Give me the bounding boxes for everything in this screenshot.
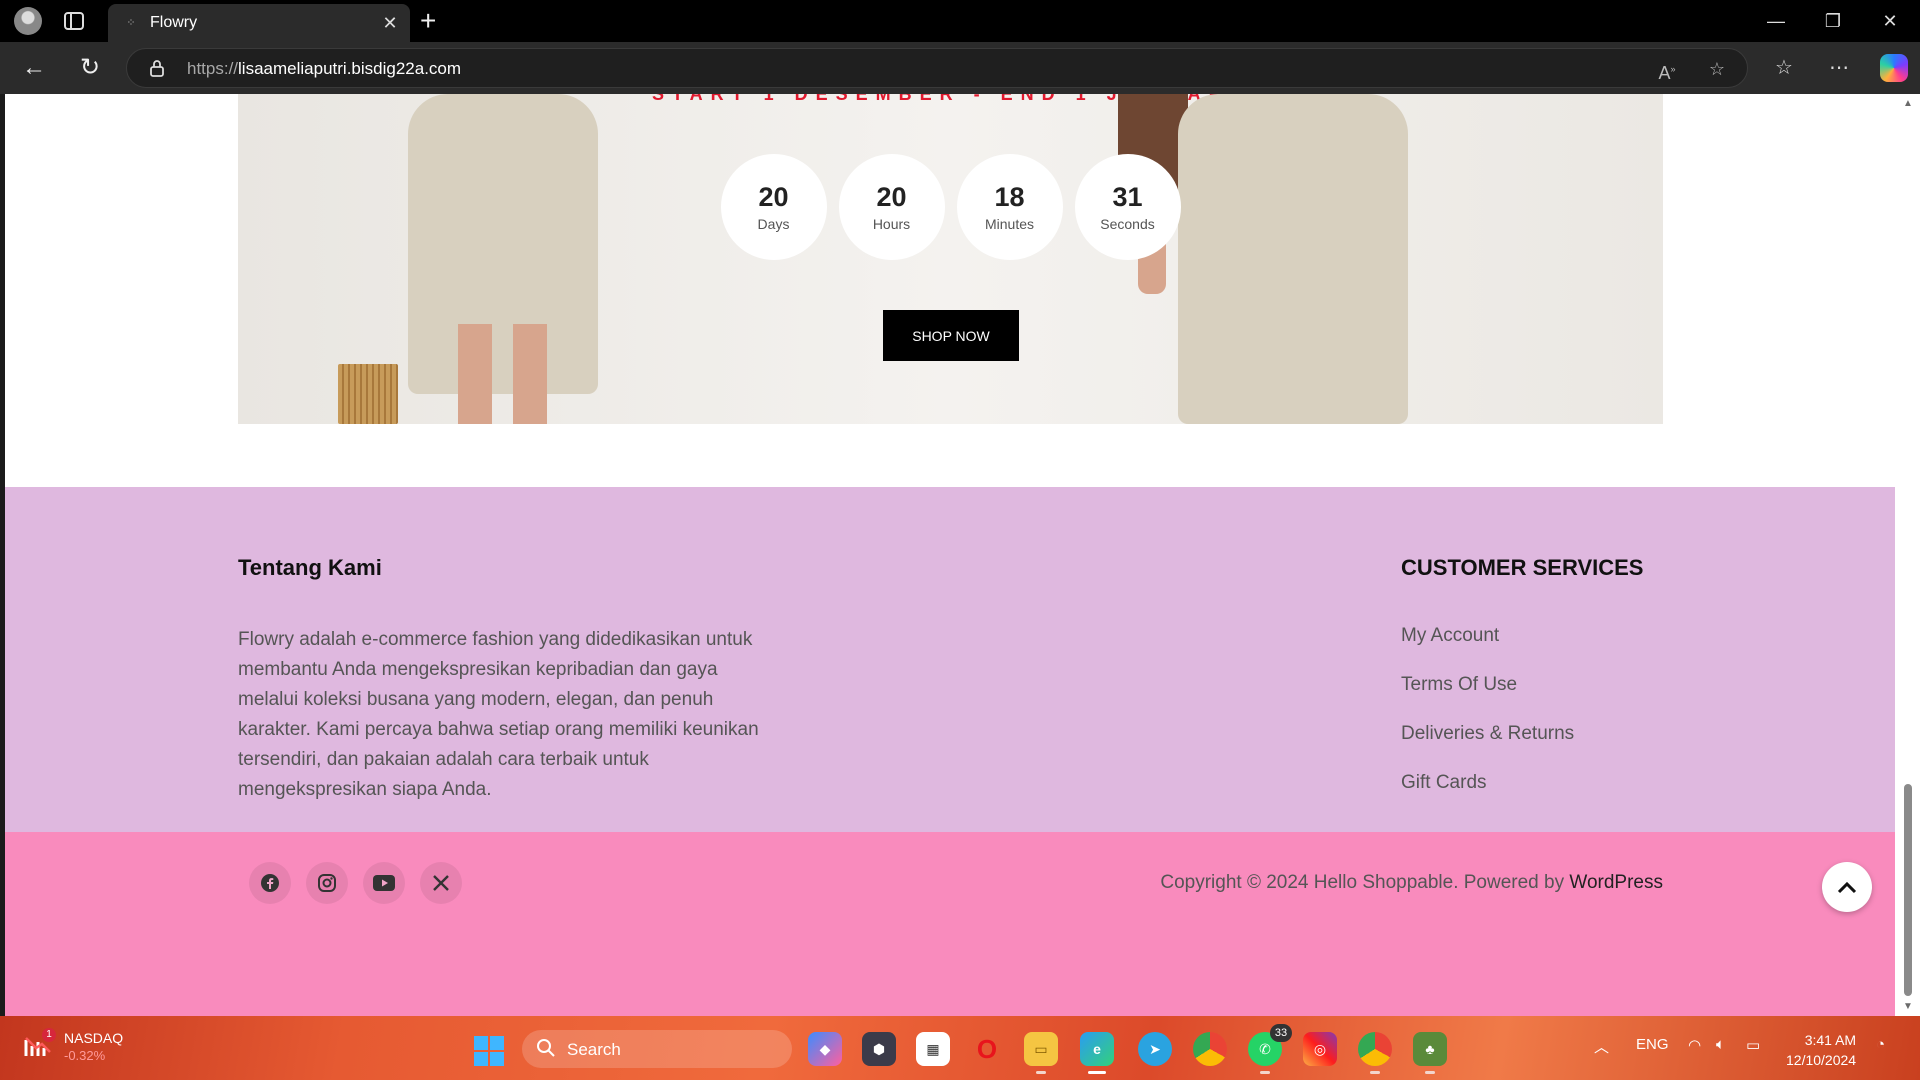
tab-actions-icon[interactable] — [62, 9, 86, 33]
stock-name: NASDAQ — [64, 1030, 124, 1046]
chrome-profile-icon[interactable] — [1358, 1032, 1392, 1074]
tab-close-icon[interactable]: ✕ — [380, 13, 400, 33]
profile-avatar-icon[interactable] — [14, 7, 42, 35]
footer-link-gift-cards[interactable]: Gift Cards — [1401, 772, 1574, 821]
page-scrollbar[interactable]: ▲ ▼ — [1895, 94, 1920, 1016]
chevron-up-icon — [1837, 881, 1857, 894]
facebook-icon[interactable] — [249, 862, 291, 904]
lock-icon[interactable] — [149, 59, 165, 77]
favorite-star-icon[interactable]: ☆ — [1705, 57, 1729, 81]
social-links — [249, 862, 462, 904]
copyright-text: Copyright © 2024 Hello Shoppable. Powere… — [1160, 872, 1663, 893]
clock-date: 12/10/2024 — [1786, 1052, 1857, 1068]
whatsapp-badge: 33 — [1270, 1024, 1292, 1042]
chrome-icon[interactable] — [1193, 1032, 1227, 1066]
notification-bell-icon[interactable]: ◔ — [1876, 1036, 1885, 1053]
tab-title: Flowry — [150, 14, 198, 31]
about-title: Tentang Kami — [238, 555, 382, 580]
new-tab-icon[interactable]: + — [420, 6, 436, 36]
close-window-icon[interactable]: ✕ — [1870, 8, 1910, 34]
countdown-days: 20 Days — [720, 154, 827, 260]
restore-icon[interactable]: ❐ — [1813, 8, 1853, 34]
clock-time: 3:41 AM — [1804, 1032, 1857, 1048]
telegram-icon[interactable]: ➤ — [1138, 1032, 1172, 1066]
url-text[interactable]: https://lisaameliaputri.bisdig22a.com — [187, 59, 461, 79]
countdown-minutes: 18 Minutes — [956, 154, 1063, 260]
customer-services-list: My Account Terms Of Use Deliveries & Ret… — [1401, 625, 1574, 821]
browser-tab-active[interactable]: ⁘ Flowry ✕ — [108, 4, 410, 42]
volume-icon[interactable]: 🔈︎ — [1716, 1036, 1725, 1053]
microsoft-store-icon[interactable]: ▦ — [916, 1032, 950, 1066]
footer-widgets: Tentang Kami Flowry adalah e-commerce fa… — [5, 487, 1895, 832]
footer-link-deliveries[interactable]: Deliveries & Returns — [1401, 723, 1574, 772]
app-cube-icon[interactable]: ⬢ — [862, 1032, 896, 1066]
shop-now-button[interactable]: SHOP NOW — [883, 310, 1019, 361]
windows-taskbar: 1 NASDAQ -0.32% Search ◆ ⬢ ▦ O ▭ e ➤ ✆ 33… — [0, 1016, 1920, 1080]
countdown-timer: 20 Days 20 Hours 18 Minutes 31 Seconds — [238, 154, 1663, 260]
edge-icon[interactable]: e — [1080, 1032, 1114, 1074]
page-viewport: START 1 DESEMBER - END 1 JANUARY 20 Days… — [5, 94, 1895, 1016]
whatsapp-icon[interactable]: ✆ 33 — [1248, 1024, 1292, 1074]
promo-banner: START 1 DESEMBER - END 1 JANUARY 20 Days… — [238, 94, 1663, 424]
copilot-app-icon[interactable]: ◆ — [808, 1032, 842, 1066]
back-icon[interactable]: ← — [18, 52, 50, 84]
browser-toolbar: ← ↻ https://lisaameliaputri.bisdig22a.co… — [0, 42, 1920, 94]
windows-start-icon[interactable] — [474, 1036, 504, 1066]
footer-link-my-account[interactable]: My Account — [1401, 625, 1574, 674]
search-icon — [537, 1039, 555, 1057]
stock-badge: 1 — [42, 1028, 56, 1042]
handbag-image — [338, 364, 398, 424]
stock-change: -0.32% — [64, 1048, 106, 1063]
scroll-down-arrow-icon[interactable]: ▼ — [1903, 1001, 1913, 1012]
clock[interactable]: 3:41 AM 12/10/2024 — [1786, 1030, 1856, 1070]
about-text: Flowry adalah e-commerce fashion yang di… — [238, 629, 759, 800]
favorites-icon[interactable]: ☆ — [1770, 54, 1798, 82]
copilot-icon[interactable] — [1880, 54, 1908, 82]
opera-icon[interactable]: O — [970, 1032, 1004, 1066]
scroll-to-top-button[interactable] — [1822, 862, 1872, 912]
countdown-seconds: 31 Seconds — [1074, 154, 1181, 260]
tab-favicon-icon: ⁘ — [126, 17, 136, 29]
battery-icon[interactable]: ▭ — [1746, 1036, 1760, 1054]
language-indicator[interactable]: ENG — [1636, 1036, 1669, 1053]
customer-services-title: CUSTOMER SERVICES — [1401, 555, 1644, 580]
minimize-icon[interactable]: — — [1756, 8, 1796, 34]
refresh-icon[interactable]: ↻ — [74, 52, 106, 84]
tray-overflow-chevron-icon[interactable]: ︿ — [1594, 1036, 1609, 1057]
search-label: Search — [567, 1040, 621, 1059]
footer-bottom-bar: Copyright © 2024 Hello Shoppable. Powere… — [5, 832, 1895, 1016]
youtube-icon[interactable] — [363, 862, 405, 904]
more-menu-icon[interactable]: ⋯ — [1825, 54, 1853, 82]
read-aloud-icon[interactable]: A» — [1655, 57, 1679, 83]
wifi-icon[interactable]: ◠ — [1688, 1036, 1701, 1054]
taskbar-search[interactable]: Search — [522, 1030, 792, 1068]
scroll-up-arrow-icon[interactable]: ▲ — [1903, 98, 1913, 109]
instagram-app-icon[interactable]: ◎ — [1303, 1032, 1337, 1066]
app-generic-icon[interactable]: ♣ — [1413, 1032, 1447, 1074]
footer-link-terms[interactable]: Terms Of Use — [1401, 674, 1574, 723]
scrollbar-thumb[interactable] — [1904, 784, 1912, 996]
x-icon[interactable] — [420, 862, 462, 904]
browser-titlebar: ⁘ Flowry ✕ + — ❐ ✕ — [0, 0, 1920, 42]
countdown-hours: 20 Hours — [838, 154, 945, 260]
address-bar[interactable]: https://lisaameliaputri.bisdig22a.com A»… — [126, 48, 1748, 88]
wordpress-link[interactable]: WordPress — [1569, 872, 1663, 893]
file-explorer-icon[interactable]: ▭ — [1024, 1032, 1058, 1074]
instagram-icon[interactable] — [306, 862, 348, 904]
